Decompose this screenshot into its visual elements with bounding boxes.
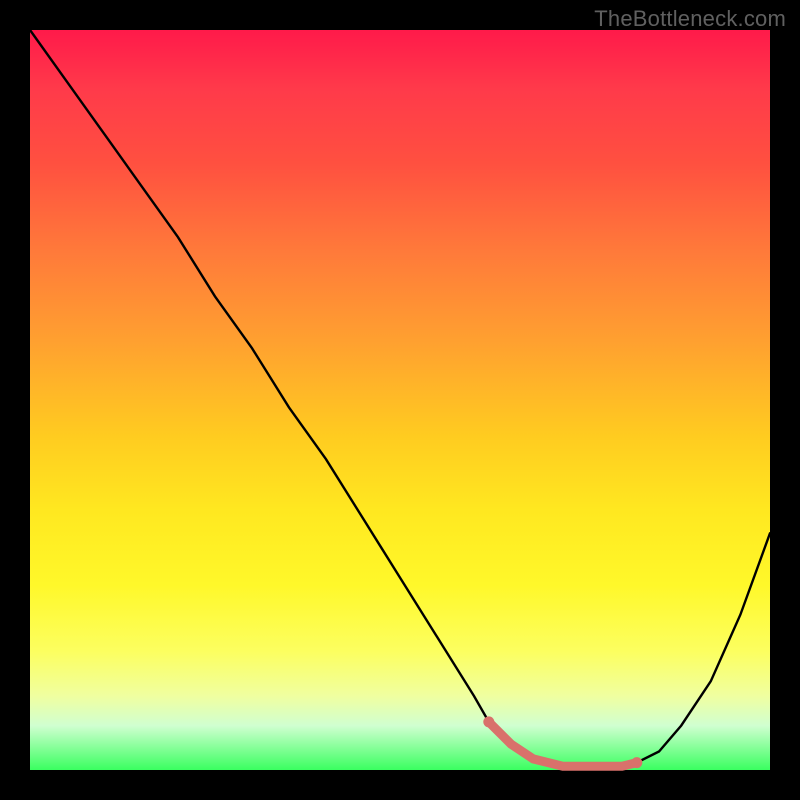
watermark-text: TheBottleneck.com bbox=[594, 6, 786, 32]
bottleneck-curve bbox=[30, 30, 770, 766]
curve-svg bbox=[30, 30, 770, 770]
plot-area bbox=[30, 30, 770, 770]
optimal-range-highlight bbox=[483, 716, 642, 768]
chart-container: TheBottleneck.com bbox=[0, 0, 800, 800]
